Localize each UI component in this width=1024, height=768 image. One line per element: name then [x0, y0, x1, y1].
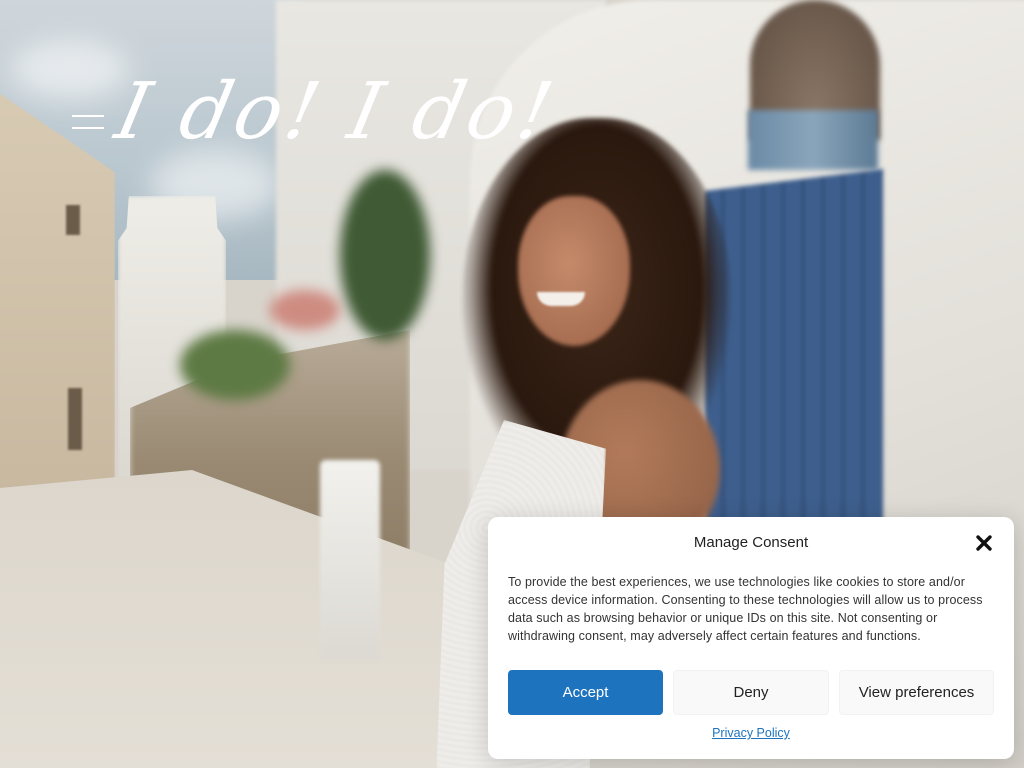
logo-text: I do! I do! — [108, 67, 565, 157]
close-icon[interactable] — [975, 534, 993, 552]
view-preferences-button[interactable]: View preferences — [839, 670, 994, 715]
page: I do! I do! Manage Consent To provide th… — [0, 0, 1024, 768]
cypress-tree — [340, 170, 430, 340]
arch-window — [748, 110, 878, 170]
accept-button[interactable]: Accept — [508, 670, 663, 715]
close-icon-glyph — [976, 535, 992, 551]
woman-smile — [537, 292, 585, 306]
cloud — [10, 40, 130, 100]
building-window — [66, 205, 80, 235]
hamburger-menu-icon[interactable] — [72, 112, 104, 132]
consent-title: Manage Consent — [693, 534, 809, 551]
shrub — [180, 330, 290, 400]
menu-line — [72, 127, 104, 129]
site-logo[interactable]: I do! I do! — [108, 62, 564, 162]
menu-line — [72, 115, 104, 117]
flowers — [270, 290, 340, 330]
white-post — [320, 460, 380, 660]
privacy-policy-link[interactable]: Privacy Policy — [488, 726, 1014, 740]
deny-button[interactable]: Deny — [673, 670, 829, 715]
consent-message: To provide the best experiences, we use … — [508, 575, 983, 643]
building-window — [68, 388, 82, 450]
woman-face — [518, 196, 630, 346]
consent-dialog: Manage Consent To provide the best exper… — [488, 517, 1014, 759]
